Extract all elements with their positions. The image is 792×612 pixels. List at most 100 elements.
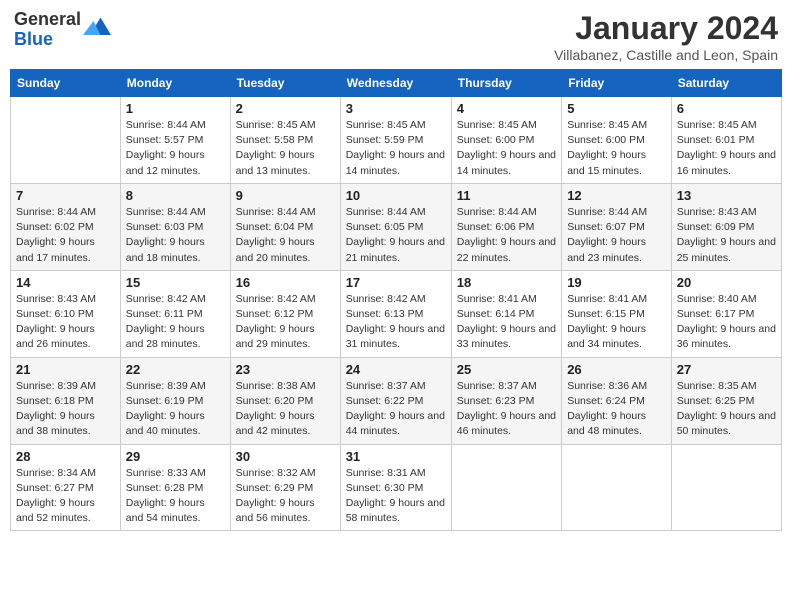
day-number: 1 [126,101,225,116]
day-number: 19 [567,275,666,290]
calendar-cell [671,444,781,531]
calendar-cell: 3 Sunrise: 8:45 AMSunset: 5:59 PMDaylight… [340,97,451,184]
calendar-body: 1 Sunrise: 8:44 AMSunset: 5:57 PMDaylight… [11,97,782,531]
calendar-cell: 11 Sunrise: 8:44 AMSunset: 6:06 PMDayligh… [451,183,561,270]
calendar-cell: 26Sunrise: 8:36 AMSunset: 6:24 PMDayligh… [562,357,672,444]
weekday-header-saturday: Saturday [671,70,781,97]
calendar-week-5: 28 Sunrise: 8:34 AMSunset: 6:27 PMDayligh… [11,444,782,531]
calendar-cell: 20 Sunrise: 8:40 AMSunset: 6:17 PMDayligh… [671,270,781,357]
day-info: Sunrise: 8:45 AMSunset: 6:00 PMDaylight:… [457,118,556,179]
calendar-cell: 9 Sunrise: 8:44 AMSunset: 6:04 PMDaylight… [230,183,340,270]
weekday-header-monday: Monday [120,70,230,97]
calendar-cell: 29 Sunrise: 8:33 AMSunset: 6:28 PMDayligh… [120,444,230,531]
calendar-week-2: 7Sunrise: 8:44 AMSunset: 6:02 PMDaylight… [11,183,782,270]
calendar-cell: 16 Sunrise: 8:42 AMSunset: 6:12 PMDayligh… [230,270,340,357]
day-number: 10 [346,188,446,203]
calendar-cell: 1 Sunrise: 8:44 AMSunset: 5:57 PMDaylight… [120,97,230,184]
calendar-cell: 22 Sunrise: 8:39 AMSunset: 6:19 PMDayligh… [120,357,230,444]
calendar-week-4: 21 Sunrise: 8:39 AMSunset: 6:18 PMDayligh… [11,357,782,444]
month-title: January 2024 [554,10,778,47]
calendar-cell: 2 Sunrise: 8:45 AMSunset: 5:58 PMDaylight… [230,97,340,184]
day-info: Sunrise: 8:44 AMSunset: 6:06 PMDaylight:… [457,205,556,266]
weekday-header-wednesday: Wednesday [340,70,451,97]
day-info: Sunrise: 8:44 AMSunset: 6:04 PMDaylight:… [236,205,335,266]
calendar-cell [451,444,561,531]
day-number: 28 [16,449,115,464]
day-info: Sunrise: 8:42 AMSunset: 6:12 PMDaylight:… [236,292,335,353]
calendar-cell: 10Sunrise: 8:44 AMSunset: 6:05 PMDayligh… [340,183,451,270]
day-info: Sunrise: 8:43 AMSunset: 6:10 PMDaylight:… [16,292,115,353]
calendar-week-3: 14Sunrise: 8:43 AMSunset: 6:10 PMDayligh… [11,270,782,357]
day-number: 5 [567,101,666,116]
day-info: Sunrise: 8:39 AMSunset: 6:19 PMDaylight:… [126,379,225,440]
day-info: Sunrise: 8:45 AMSunset: 6:00 PMDaylight:… [567,118,666,179]
day-number: 21 [16,362,115,377]
calendar-cell: 25 Sunrise: 8:37 AMSunset: 6:23 PMDayligh… [451,357,561,444]
day-info: Sunrise: 8:41 AMSunset: 6:15 PMDaylight:… [567,292,666,353]
day-number: 15 [126,275,225,290]
day-info: Sunrise: 8:38 AMSunset: 6:20 PMDaylight:… [236,379,335,440]
day-number: 31 [346,449,446,464]
logo-general-text: General [14,9,81,29]
day-info: Sunrise: 8:45 AMSunset: 5:58 PMDaylight:… [236,118,335,179]
calendar-cell: 13Sunrise: 8:43 AMSunset: 6:09 PMDayligh… [671,183,781,270]
day-info: Sunrise: 8:41 AMSunset: 6:14 PMDaylight:… [457,292,556,353]
day-info: Sunrise: 8:32 AMSunset: 6:29 PMDaylight:… [236,466,335,527]
calendar-cell: 19 Sunrise: 8:41 AMSunset: 6:15 PMDayligh… [562,270,672,357]
day-number: 12 [567,188,666,203]
calendar-cell: 5 Sunrise: 8:45 AMSunset: 6:00 PMDaylight… [562,97,672,184]
calendar-cell: 12 Sunrise: 8:44 AMSunset: 6:07 PMDayligh… [562,183,672,270]
day-number: 9 [236,188,335,203]
day-info: Sunrise: 8:35 AMSunset: 6:25 PMDaylight:… [677,379,776,440]
calendar-cell: 24 Sunrise: 8:37 AMSunset: 6:22 PMDayligh… [340,357,451,444]
day-info: Sunrise: 8:37 AMSunset: 6:22 PMDaylight:… [346,379,446,440]
day-info: Sunrise: 8:43 AMSunset: 6:09 PMDaylight:… [677,205,776,266]
day-number: 30 [236,449,335,464]
calendar-cell: 18Sunrise: 8:41 AMSunset: 6:14 PMDayligh… [451,270,561,357]
weekday-header-friday: Friday [562,70,672,97]
day-number: 29 [126,449,225,464]
day-info: Sunrise: 8:44 AMSunset: 6:02 PMDaylight:… [16,205,115,266]
calendar-cell: 21 Sunrise: 8:39 AMSunset: 6:18 PMDayligh… [11,357,121,444]
weekday-header-thursday: Thursday [451,70,561,97]
day-number: 11 [457,188,556,203]
day-info: Sunrise: 8:44 AMSunset: 5:57 PMDaylight:… [126,118,225,179]
day-number: 6 [677,101,776,116]
day-number: 25 [457,362,556,377]
day-number: 24 [346,362,446,377]
day-info: Sunrise: 8:39 AMSunset: 6:18 PMDaylight:… [16,379,115,440]
calendar-cell: 30 Sunrise: 8:32 AMSunset: 6:29 PMDayligh… [230,444,340,531]
day-info: Sunrise: 8:34 AMSunset: 6:27 PMDaylight:… [16,466,115,527]
day-number: 17 [346,275,446,290]
location: Villabanez, Castille and Leon, Spain [554,47,778,63]
day-info: Sunrise: 8:33 AMSunset: 6:28 PMDaylight:… [126,466,225,527]
logo-icon [83,14,111,42]
page-header: General Blue January 2024 Villabanez, Ca… [10,10,782,63]
day-number: 2 [236,101,335,116]
day-info: Sunrise: 8:37 AMSunset: 6:23 PMDaylight:… [457,379,556,440]
day-info: Sunrise: 8:44 AMSunset: 6:03 PMDaylight:… [126,205,225,266]
calendar-cell: 23Sunrise: 8:38 AMSunset: 6:20 PMDayligh… [230,357,340,444]
day-number: 27 [677,362,776,377]
title-block: January 2024 Villabanez, Castille and Le… [554,10,778,63]
calendar-cell [11,97,121,184]
calendar-cell: 28 Sunrise: 8:34 AMSunset: 6:27 PMDayligh… [11,444,121,531]
day-number: 16 [236,275,335,290]
day-info: Sunrise: 8:45 AMSunset: 5:59 PMDaylight:… [346,118,446,179]
day-info: Sunrise: 8:42 AMSunset: 6:11 PMDaylight:… [126,292,225,353]
day-info: Sunrise: 8:40 AMSunset: 6:17 PMDaylight:… [677,292,776,353]
calendar-cell [562,444,672,531]
weekday-header-tuesday: Tuesday [230,70,340,97]
day-info: Sunrise: 8:42 AMSunset: 6:13 PMDaylight:… [346,292,446,353]
day-number: 22 [126,362,225,377]
calendar-cell: 6Sunrise: 8:45 AMSunset: 6:01 PMDaylight… [671,97,781,184]
day-number: 26 [567,362,666,377]
day-number: 20 [677,275,776,290]
day-number: 3 [346,101,446,116]
calendar-cell: 31Sunrise: 8:31 AMSunset: 6:30 PMDayligh… [340,444,451,531]
day-number: 4 [457,101,556,116]
weekday-header-row: SundayMondayTuesdayWednesdayThursdayFrid… [11,70,782,97]
day-info: Sunrise: 8:44 AMSunset: 6:07 PMDaylight:… [567,205,666,266]
weekday-header-sunday: Sunday [11,70,121,97]
calendar-cell: 8Sunrise: 8:44 AMSunset: 6:03 PMDaylight… [120,183,230,270]
